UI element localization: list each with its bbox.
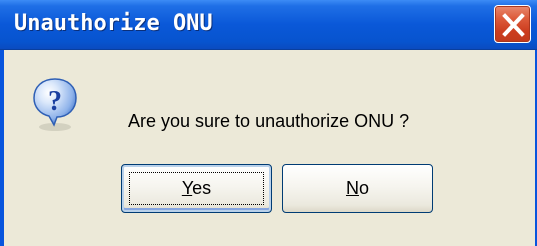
no-accelerator: N [345, 178, 359, 198]
dialog-message: Are you sure to unauthorize ONU ? [128, 111, 410, 131]
window-left-border [0, 50, 4, 246]
dialog-window: Unauthorize ONU ? Are you sure to unauth… [0, 0, 537, 246]
dialog-title: Unauthorize ONU [14, 11, 213, 36]
close-icon [502, 13, 525, 37]
question-icon: ? [33, 78, 77, 131]
yes-button[interactable]: Yes [121, 164, 272, 213]
no-label-rest: o [358, 178, 369, 198]
yes-label-rest: es [192, 178, 212, 198]
svg-text:?: ? [48, 86, 62, 117]
no-button[interactable]: No [282, 164, 433, 213]
no-button-label: No [346, 178, 369, 198]
title-bar[interactable]: Unauthorize ONU [0, 0, 537, 50]
yes-button-label: Yes [182, 178, 211, 198]
yes-accelerator: Y [181, 178, 193, 198]
close-button[interactable] [494, 5, 531, 43]
